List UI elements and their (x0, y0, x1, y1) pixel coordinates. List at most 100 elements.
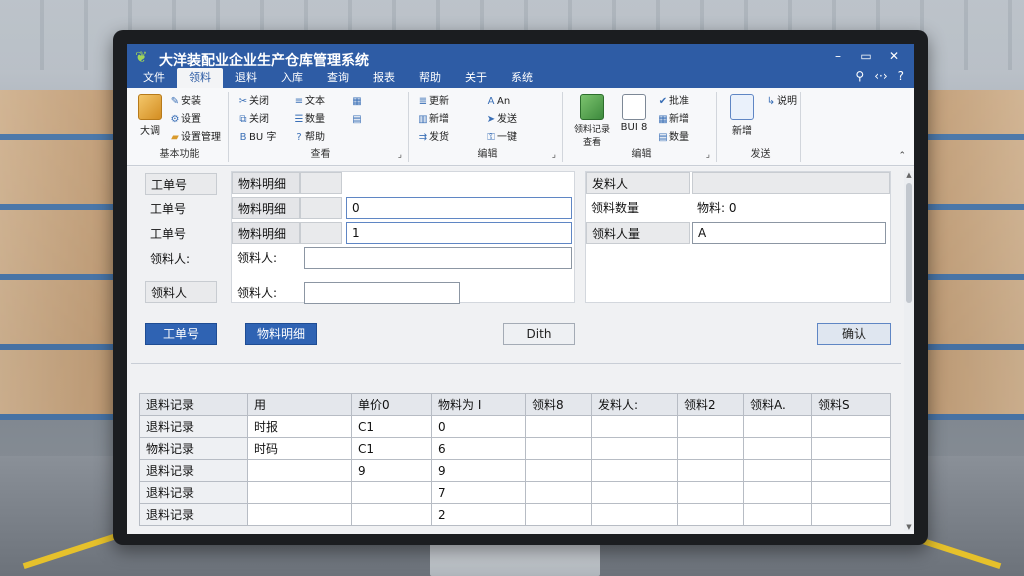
table-cell[interactable] (811, 503, 891, 526)
table-cell[interactable]: 时码 (247, 437, 352, 460)
table-row[interactable]: 退料记录 2 (139, 503, 891, 526)
table-cell[interactable] (743, 437, 812, 460)
column-header[interactable]: 退料记录 (139, 393, 248, 416)
table-row[interactable]: 退料记录 时报 C1 0 (139, 415, 891, 438)
ribbon-btn-extra-a[interactable]: ▦ (351, 94, 363, 110)
maximize-button[interactable]: ▭ (852, 46, 880, 66)
table-row[interactable]: 物料记录 时码 C1 6 (139, 437, 891, 460)
picker-input-2[interactable] (304, 282, 460, 304)
column-header[interactable]: 领料S (811, 393, 891, 416)
menu-file[interactable]: 文件 (131, 68, 177, 88)
scrollbar-thumb[interactable] (906, 183, 912, 303)
menu-help[interactable]: 帮助 (407, 68, 453, 88)
close-button[interactable]: ✕ (880, 46, 908, 66)
table-cell[interactable] (677, 437, 744, 460)
column-header[interactable]: 领料A. (743, 393, 812, 416)
column-header[interactable]: 领料8 (525, 393, 592, 416)
menu-about[interactable]: 关于 (453, 68, 499, 88)
ribbon-btn-close-b[interactable]: ⧉ 关闭 (237, 112, 269, 128)
menu-return[interactable]: 退料 (223, 68, 269, 88)
table-cell[interactable] (677, 415, 744, 438)
table-cell[interactable]: 9 (431, 459, 526, 482)
ribbon-btn-install[interactable]: ✎ 安装 (169, 94, 201, 110)
table-cell[interactable]: 9 (351, 459, 432, 482)
table-cell[interactable]: C1 (351, 437, 432, 460)
ribbon-btn-bu[interactable]: B BU 字 (237, 130, 277, 146)
table-cell[interactable] (743, 459, 812, 482)
ribbon-btn-approve[interactable]: ✔ 批准 (657, 94, 689, 110)
column-header[interactable]: 单价0 (351, 393, 432, 416)
vertical-scrollbar[interactable]: ▲ ▼ (904, 171, 914, 531)
help-icon[interactable]: ? (898, 69, 904, 83)
table-cell[interactable] (591, 437, 678, 460)
material-input-2[interactable]: 1 (346, 222, 572, 244)
group-expand-icon[interactable]: ⌟ (706, 150, 710, 160)
ribbon-btn-new[interactable]: ▥新增 (417, 112, 449, 128)
table-cell[interactable] (811, 459, 891, 482)
menu-report[interactable]: 报表 (361, 68, 407, 88)
ribbon-btn-close-a[interactable]: ✂ 关闭 (237, 94, 269, 110)
table-cell[interactable] (591, 503, 678, 526)
work-order-button[interactable]: 工单号 (145, 323, 217, 345)
group-expand-icon[interactable]: ⌟ (398, 150, 402, 160)
table-cell[interactable] (525, 481, 592, 504)
table-cell[interactable]: 退料记录 (139, 503, 248, 526)
menu-system[interactable]: 系统 (499, 68, 545, 88)
scroll-up-icon[interactable]: ▲ (904, 171, 914, 179)
table-cell[interactable] (351, 503, 432, 526)
picker-input-1[interactable] (304, 247, 572, 269)
ribbon-btn-onekey[interactable]: ⚿ 一键 (485, 130, 517, 146)
table-cell[interactable] (247, 459, 352, 482)
ribbon-btn-help[interactable]: ? 帮助 (293, 130, 325, 146)
ribbon-btn-note[interactable]: ↳ 说明 (765, 94, 797, 110)
table-cell[interactable] (677, 503, 744, 526)
column-header[interactable]: 发料人: (591, 393, 678, 416)
table-cell[interactable] (351, 481, 432, 504)
menu-query[interactable]: 查询 (315, 68, 361, 88)
menu-picking[interactable]: 领料 (177, 68, 223, 88)
table-row[interactable]: 退料记录 7 (139, 481, 891, 504)
table-cell[interactable] (525, 459, 592, 482)
table-cell[interactable]: 6 (431, 437, 526, 460)
table-cell[interactable]: 退料记录 (139, 481, 248, 504)
ribbon-btn-an-a[interactable]: A An (485, 94, 511, 110)
pick-amount-input[interactable]: A (692, 222, 886, 244)
material-input-1[interactable]: 0 (346, 197, 572, 219)
ribbon-btn-extra-b[interactable]: ▤ (351, 112, 363, 128)
table-cell[interactable] (525, 503, 592, 526)
table-cell[interactable] (525, 415, 592, 438)
table-cell[interactable] (743, 503, 812, 526)
ribbon-big-button-bui[interactable]: BUI 8 (617, 94, 651, 133)
table-cell[interactable] (591, 459, 678, 482)
table-cell[interactable] (811, 415, 891, 438)
table-cell[interactable] (677, 481, 744, 504)
table-row[interactable]: 退料记录 9 9 (139, 459, 891, 482)
material-detail-button[interactable]: 物料明细 (245, 323, 317, 345)
scroll-down-icon[interactable]: ▼ (904, 523, 914, 531)
ribbon-btn-settings[interactable]: ⚙ 设置 (169, 112, 201, 128)
ribbon-btn-send[interactable]: ➤ 发送 (485, 112, 517, 128)
ribbon-big-button-records[interactable]: 领料记录 查看 (569, 94, 615, 148)
ribbon-btn-quantity[interactable]: ▤数量 (657, 130, 689, 146)
table-cell[interactable]: 退料记录 (139, 459, 248, 482)
column-header[interactable]: 领料2 (677, 393, 744, 416)
table-cell[interactable]: 2 (431, 503, 526, 526)
settings-icon[interactable]: ‹·› (874, 69, 887, 83)
table-cell[interactable]: 0 (431, 415, 526, 438)
table-cell[interactable] (743, 481, 812, 504)
ribbon-btn-text[interactable]: ≡ 文本 (293, 94, 325, 110)
menu-stock-in[interactable]: 入库 (269, 68, 315, 88)
table-cell[interactable]: 物料记录 (139, 437, 248, 460)
ribbon-btn-qty[interactable]: ☰ 数量 (293, 112, 325, 128)
ribbon-btn-settings-manage[interactable]: ▰ 设置管理 (169, 130, 221, 146)
ribbon-btn-add[interactable]: ▦新增 (657, 112, 689, 128)
table-cell[interactable] (811, 437, 891, 460)
table-cell[interactable]: 退料记录 (139, 415, 248, 438)
table-cell[interactable] (247, 503, 352, 526)
ribbon-btn-ship[interactable]: ⇉ 发货 (417, 130, 449, 146)
column-header[interactable]: 用 (247, 393, 352, 416)
table-cell[interactable] (677, 459, 744, 482)
table-cell[interactable]: C1 (351, 415, 432, 438)
table-cell[interactable]: 时报 (247, 415, 352, 438)
minimize-button[interactable]: – (824, 46, 852, 66)
